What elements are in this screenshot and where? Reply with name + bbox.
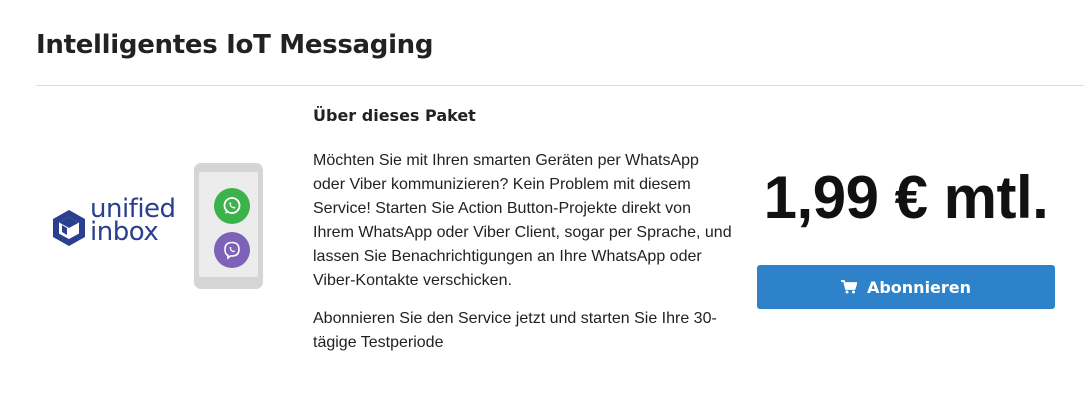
unified-inbox-logo: unified inbox <box>50 196 180 260</box>
subscribe-button[interactable]: Abonnieren <box>757 265 1055 309</box>
unified-inbox-emblem-icon <box>53 210 85 246</box>
phone-screen <box>199 172 258 277</box>
package-description: Über dieses Paket Möchten Sie mit Ihren … <box>313 106 733 367</box>
package-paragraph-1: Möchten Sie mit Ihren smarten Geräten pe… <box>313 152 732 289</box>
logo-text: unified inbox <box>90 196 176 247</box>
package-paragraph-2: Abonnieren Sie den Service jetzt und sta… <box>313 310 717 351</box>
cart-icon <box>840 280 857 294</box>
viber-icon <box>214 232 250 268</box>
divider <box>36 85 1084 86</box>
subscribe-label: Abonnieren <box>866 277 972 297</box>
phone-illustration <box>194 163 263 289</box>
price-label: 1,99 € mtl. <box>763 164 1049 231</box>
package-heading: Über dieses Paket <box>313 106 476 125</box>
logo-text-line2: inbox <box>90 217 159 247</box>
page-title: Intelligentes IoT Messaging <box>36 30 434 60</box>
whatsapp-icon <box>214 188 250 224</box>
